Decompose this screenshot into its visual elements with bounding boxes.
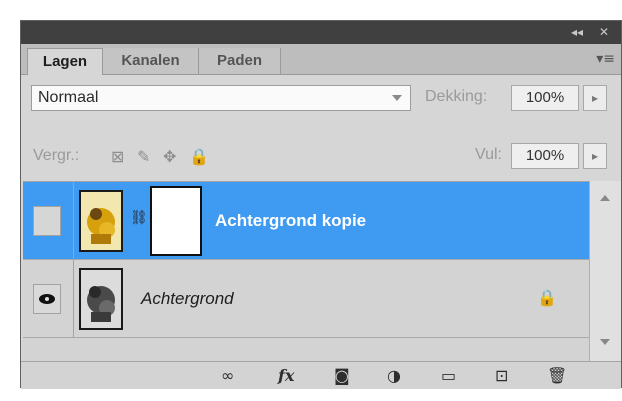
fill-slider-button[interactable]: ▸	[583, 143, 607, 169]
new-layer-icon[interactable]: ⊡	[495, 366, 508, 385]
opacity-label: Dekking:	[425, 88, 488, 105]
layers-panel: ◂◂ ✕ Lagen Kanalen Paden ▾≡ Normaal Dekk…	[20, 20, 622, 389]
lock-transparent-icon[interactable]: ⊠	[111, 147, 124, 166]
divider	[73, 260, 74, 338]
layer-name[interactable]: Achtergrond kopie	[215, 211, 366, 231]
mask-link-icon[interactable]: ⛓	[130, 210, 148, 226]
layer-mask-thumbnail[interactable]	[150, 186, 202, 256]
opacity-input[interactable]: 100%	[511, 85, 579, 111]
layer-thumbnail[interactable]	[79, 268, 123, 330]
visibility-toggle[interactable]	[33, 284, 61, 314]
layer-name[interactable]: Achtergrond	[141, 289, 234, 309]
layers-list: ⛓ Achtergrond kopie Achtergrond 🔒	[23, 181, 589, 362]
layer-row-achtergrond[interactable]: Achtergrond 🔒	[23, 260, 589, 338]
lock-label: Vergr.:	[33, 147, 80, 164]
fill-input[interactable]: 100%	[511, 143, 579, 169]
lock-image-icon[interactable]: ✎	[137, 147, 150, 166]
adjustment-layer-icon[interactable]: ◑	[387, 366, 401, 385]
collapse-icon[interactable]: ◂◂	[571, 25, 583, 39]
panel-title-bar: ◂◂ ✕	[21, 21, 621, 44]
bottom-toolbar: ∞ fx ◙ ◑ ▭ ⊡ 🗑	[21, 361, 621, 389]
link-layers-icon[interactable]: ∞	[221, 366, 234, 385]
chevron-down-icon[interactable]	[392, 95, 402, 101]
close-icon[interactable]: ✕	[599, 25, 609, 39]
layers-scrollbar[interactable]	[589, 181, 621, 361]
layer-thumbnail[interactable]	[79, 190, 123, 252]
eye-icon	[39, 294, 55, 304]
add-mask-icon[interactable]: ◙	[334, 366, 350, 385]
lock-icon: 🔒	[537, 288, 557, 307]
opacity-slider-button[interactable]: ▸	[583, 85, 607, 111]
scroll-down-icon[interactable]	[600, 339, 610, 345]
blend-mode-value: Normaal	[38, 89, 99, 106]
tabs-bar: Lagen Kanalen Paden ▾≡	[21, 44, 621, 75]
blend-opacity-row: Normaal Dekking: 100% ▸	[21, 81, 621, 115]
lock-position-icon[interactable]: ✥	[163, 147, 176, 166]
blend-mode-select[interactable]: Normaal	[31, 85, 411, 111]
fill-label: Vul:	[475, 146, 502, 163]
fx-icon[interactable]: fx	[278, 366, 294, 385]
lock-all-icon[interactable]: 🔒	[189, 147, 209, 166]
new-group-icon[interactable]: ▭	[441, 366, 456, 385]
tab-kanalen[interactable]: Kanalen	[103, 48, 199, 74]
divider	[73, 182, 74, 260]
scroll-up-icon[interactable]	[600, 195, 610, 201]
panel-menu-icon[interactable]: ▾≡	[596, 51, 615, 67]
visibility-toggle[interactable]	[33, 206, 61, 236]
tab-lagen[interactable]: Lagen	[27, 48, 103, 75]
lock-fill-row: Vergr.: ⊠ ✎ ✥ 🔒 Vul: 100% ▸	[21, 139, 621, 173]
tab-paden[interactable]: Paden	[199, 48, 281, 74]
layer-row-achtergrond-kopie[interactable]: ⛓ Achtergrond kopie	[23, 182, 589, 260]
delete-layer-icon[interactable]: 🗑	[547, 366, 567, 385]
